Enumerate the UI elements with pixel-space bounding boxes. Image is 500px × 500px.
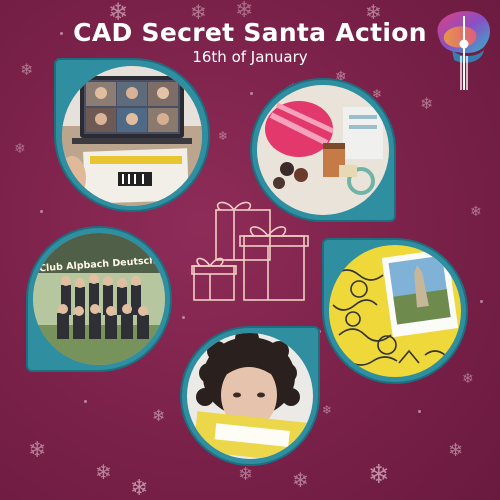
snow-dot (250, 92, 253, 95)
snowflake-icon: ❄ (14, 141, 26, 157)
snowflake-icon: ❄ (95, 460, 112, 484)
snowflake-icon: ❄ (20, 60, 34, 79)
snowflake-icon: ❄ (470, 204, 482, 220)
snow-dot (84, 400, 87, 403)
snowflake-icon: ❄ (448, 440, 464, 461)
snowflake-icon: ❄ (322, 403, 333, 417)
snow-dot (40, 210, 43, 213)
poster-title: CAD Secret Santa Action (73, 18, 427, 47)
snowflake-icon: ❄ (462, 371, 474, 387)
video-call-photo (62, 66, 202, 206)
postcard-photo (329, 245, 461, 377)
poster-subtitle: 16th of January (192, 48, 308, 66)
snow-dot (480, 300, 483, 303)
snowflake-icon: ❄ (420, 94, 434, 113)
poster: ❄ ❄ ❄ ❄ ❄ ❄ ❄ ❄ ❄ ❄ ❄ ❄ ❄ ❄ ❄ ❄ ❄ ❄ ❄ ❄ … (0, 0, 500, 500)
snowflake-icon: ❄ (292, 468, 309, 492)
snowflake-icon: ❄ (368, 460, 390, 490)
snowflake-icon: ❄ (218, 129, 229, 143)
snowflake-icon: ❄ (152, 406, 166, 425)
snowflake-icon: ❄ (238, 464, 254, 485)
snowflake-icon: ❄ (28, 438, 47, 463)
portrait-photo (187, 333, 313, 459)
snow-dot (182, 316, 185, 319)
snowflake-icon: ❄ (130, 476, 149, 500)
group-photo: Club Alpbach Deutschland (33, 233, 165, 365)
snow-dot (418, 410, 421, 413)
tv-tower-icon (437, 11, 490, 90)
gift-boxes-icon (191, 201, 309, 301)
